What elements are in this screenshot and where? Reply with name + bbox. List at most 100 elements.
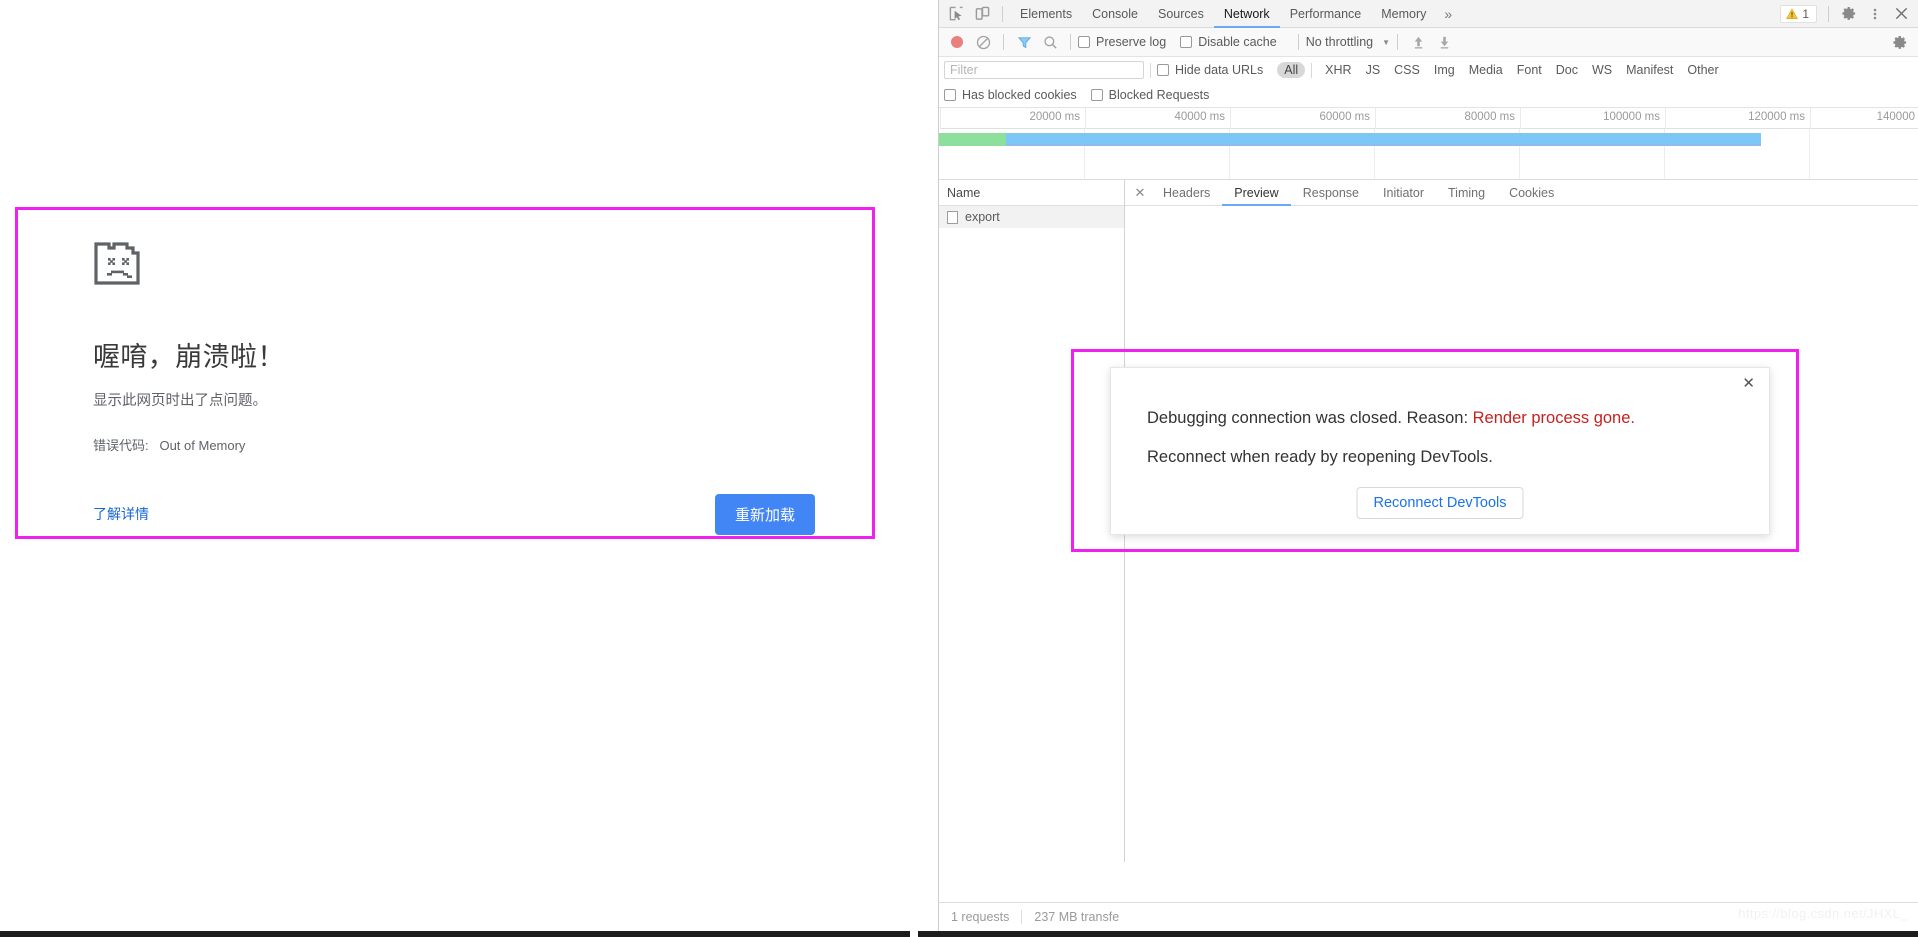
close-icon[interactable]: [1888, 2, 1914, 26]
filter-type-font[interactable]: Font: [1510, 62, 1549, 78]
import-har-up-arrow-icon[interactable]: [1405, 30, 1431, 54]
record-circle-icon[interactable]: [944, 30, 970, 54]
tab-response[interactable]: Response: [1291, 180, 1371, 206]
error-code-label: 错误代码:: [93, 438, 149, 454]
tab-initiator[interactable]: Initiator: [1371, 180, 1436, 206]
disable-cache-checkbox[interactable]: Disable cache: [1180, 35, 1277, 49]
throttling-dropdown[interactable]: No throttling ▼: [1306, 35, 1390, 49]
network-blockedbar: Has blocked cookies Blocked Requests: [939, 83, 1918, 108]
tab-cookies[interactable]: Cookies: [1497, 180, 1566, 206]
filter-type-other[interactable]: Other: [1680, 62, 1725, 78]
network-settings-gear-icon[interactable]: [1887, 30, 1913, 54]
hide-data-urls-checkbox[interactable]: Hide data URLs: [1157, 63, 1263, 77]
gear-icon[interactable]: [1836, 2, 1862, 26]
close-icon[interactable]: ✕: [1129, 182, 1151, 204]
tab-memory[interactable]: Memory: [1371, 0, 1436, 28]
status-requests: 1 requests: [951, 910, 1010, 924]
preserve-log-checkbox[interactable]: Preserve log: [1078, 35, 1166, 49]
network-toolbar: Preserve log Disable cache No throttling…: [939, 28, 1918, 57]
tab-preview[interactable]: Preview: [1222, 180, 1290, 206]
crash-page: 喔唷，崩溃啦！ 显示此网页时出了点问题。 错误代码: Out of Memory…: [0, 0, 938, 937]
tab-headers[interactable]: Headers: [1151, 180, 1222, 206]
warning-count: 1: [1802, 6, 1809, 21]
filter-type-ws[interactable]: WS: [1585, 62, 1619, 78]
chevron-down-icon: ▼: [1382, 37, 1391, 47]
crash-title: 喔唷，崩溃啦！: [93, 342, 285, 372]
filter-input[interactable]: [944, 61, 1144, 79]
has-blocked-cookies-checkbox[interactable]: Has blocked cookies: [944, 88, 1077, 102]
device-toolbar-icon[interactable]: [969, 2, 995, 26]
filter-type-doc[interactable]: Doc: [1549, 62, 1585, 78]
filter-type-media[interactable]: Media: [1462, 62, 1510, 78]
filter-type-js[interactable]: JS: [1359, 62, 1388, 78]
overview-tick-7: 140000: [1810, 108, 1918, 129]
has-blocked-cookies-box[interactable]: [944, 89, 956, 101]
bottom-black-strip: [0, 930, 1918, 937]
learn-more-link[interactable]: 了解详情: [93, 504, 149, 524]
table-row[interactable]: export: [939, 206, 1124, 228]
watermark: https://blog.csdn.net/JHXL_: [1738, 906, 1908, 921]
export-har-down-arrow-icon[interactable]: [1431, 30, 1457, 54]
tab-timing[interactable]: Timing: [1436, 180, 1497, 206]
filter-type-img[interactable]: Img: [1427, 62, 1462, 78]
reload-button[interactable]: 重新加载: [714, 494, 815, 536]
filter-type-manifest[interactable]: Manifest: [1619, 62, 1680, 78]
hide-data-urls-box[interactable]: [1157, 64, 1169, 76]
clear-no-entry-icon[interactable]: [970, 30, 996, 54]
overview-tick-4: 80000 ms: [1375, 108, 1520, 129]
preserve-log-label: Preserve log: [1096, 35, 1167, 49]
tab-console[interactable]: Console: [1082, 0, 1148, 28]
overview-request-bar: [939, 133, 1762, 146]
reconnect-devtools-button[interactable]: Reconnect DevTools: [1356, 487, 1524, 519]
hide-data-urls-label: Hide data URLs: [1175, 63, 1264, 77]
tab-sources[interactable]: Sources: [1148, 0, 1214, 28]
search-icon[interactable]: [1037, 30, 1063, 54]
crash-page-highlight-box: 喔唷，崩溃啦！ 显示此网页时出了点问题。 错误代码: Out of Memory…: [15, 207, 875, 539]
tabbar-divider: [1002, 5, 1003, 22]
network-filterbar: Hide data URLs All XHR JS CSS Img Media …: [939, 57, 1918, 83]
has-blocked-cookies-label: Has blocked cookies: [962, 88, 1077, 102]
toolbar-divider-1: [1003, 34, 1004, 50]
filter-funnel-icon[interactable]: [1011, 30, 1037, 54]
overview-body: [939, 129, 1918, 179]
warning-triangle-icon: [1786, 7, 1799, 19]
kebab-menu-icon[interactable]: [1862, 2, 1888, 26]
close-icon[interactable]: ✕: [1742, 376, 1755, 391]
network-overview-timeline[interactable]: 20000 ms 40000 ms 60000 ms 80000 ms 1000…: [939, 108, 1918, 179]
modal-message-line-2: Reconnect when ready by reopening DevToo…: [1147, 448, 1493, 466]
filter-type-all[interactable]: All: [1277, 62, 1306, 78]
disable-cache-box[interactable]: [1180, 36, 1193, 48]
sad-page-icon: [94, 242, 140, 285]
chevron-double-right-icon[interactable]: »: [1436, 6, 1460, 22]
preserve-log-box[interactable]: [1078, 36, 1090, 48]
tab-network[interactable]: Network: [1214, 0, 1280, 28]
error-code-value: Out of Memory: [159, 438, 246, 454]
request-name: export: [965, 210, 1000, 224]
overview-tick-2: 40000 ms: [1085, 108, 1230, 129]
overview-gridline: [1809, 129, 1810, 179]
crash-error-code: 错误代码: Out of Memory: [93, 435, 833, 454]
tab-performance[interactable]: Performance: [1280, 0, 1372, 28]
blocked-requests-box[interactable]: [1090, 89, 1103, 101]
filterbar-divider-2: [1311, 62, 1313, 78]
warning-count-chip[interactable]: 1: [1780, 4, 1817, 23]
screenshot-root: 喔唷，崩溃啦！ 显示此网页时出了点问题。 错误代码: Out of Memory…: [0, 0, 1918, 937]
crash-actions: 了解详情 重新加载: [93, 494, 833, 536]
modal-message-prefix: Debugging connection was closed. Reason:: [1147, 409, 1473, 427]
tab-elements[interactable]: Elements: [1010, 0, 1082, 28]
overview-tick-3: 60000 ms: [1230, 108, 1375, 129]
inspect-cursor-icon[interactable]: [943, 2, 969, 26]
blocked-requests-checkbox[interactable]: Blocked Requests: [1090, 88, 1210, 102]
overview-request-bar-waiting: [939, 133, 1006, 146]
blocked-requests-label: Blocked Requests: [1108, 88, 1210, 102]
filter-type-xhr[interactable]: XHR: [1318, 62, 1358, 78]
toolbar-divider-4: [1397, 34, 1399, 50]
overview-tick-6: 120000 ms: [1665, 108, 1810, 129]
modal-message-line-1: Debugging connection was closed. Reason:…: [1147, 410, 1635, 427]
crash-subtitle: 显示此网页时出了点问题。: [93, 393, 267, 409]
tabbar-right-controls: 1: [1780, 2, 1914, 26]
debugging-connection-closed-dialog: ✕ Debugging connection was closed. Reaso…: [1110, 367, 1770, 535]
toolbar-divider-2: [1070, 34, 1071, 50]
status-transferred: 237 MB transfe: [1034, 910, 1120, 924]
filter-type-css[interactable]: CSS: [1387, 62, 1427, 78]
